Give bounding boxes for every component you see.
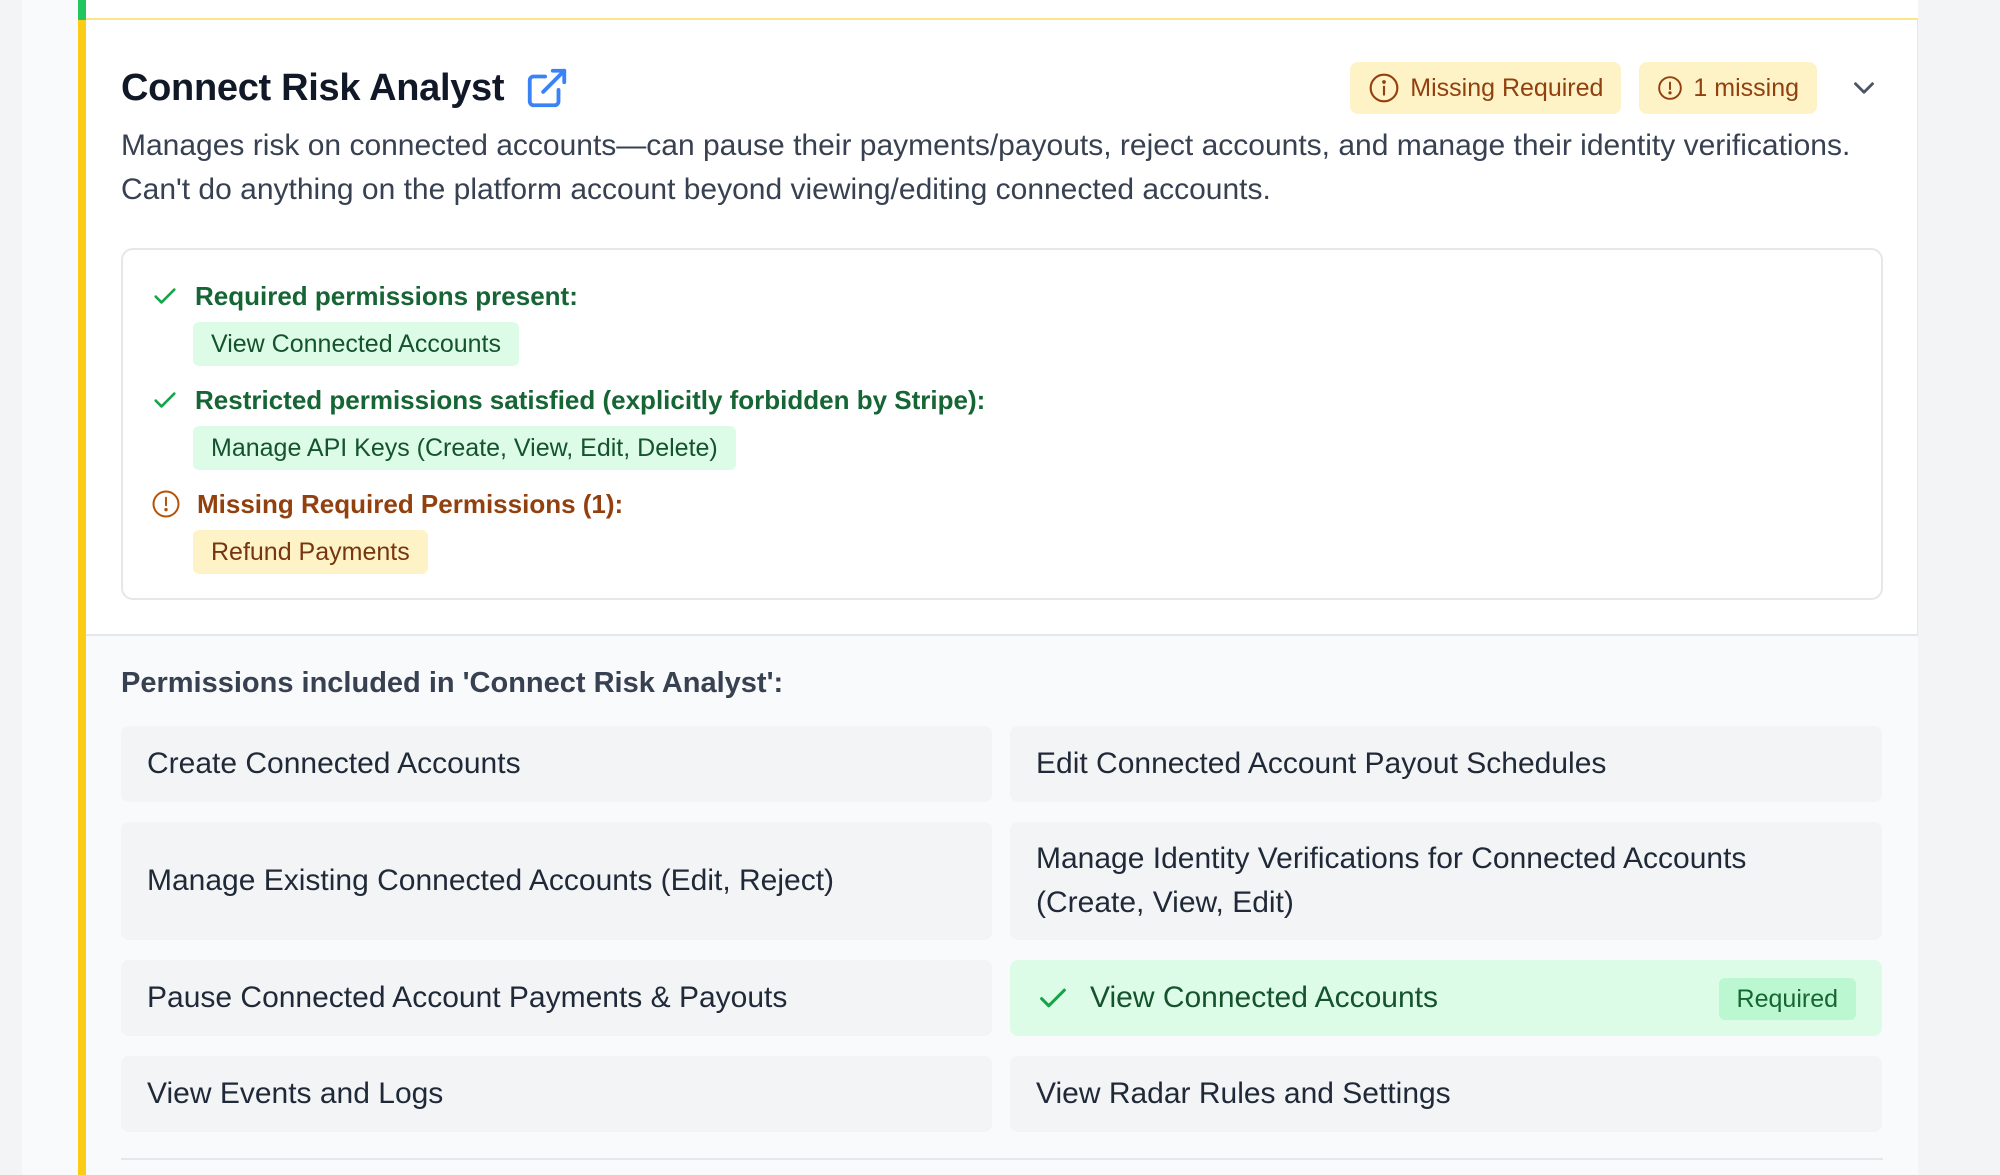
permission-label: Manage Existing Connected Accounts (Edit…: [147, 864, 835, 897]
permission-label: View Connected Accounts: [1090, 981, 1439, 1014]
role-title: Connect Risk Analyst: [121, 66, 505, 109]
permission-item: Manage Existing Connected Accounts (Edit…: [121, 822, 992, 940]
missing-required-badge: Missing Required: [1350, 62, 1622, 114]
restricted-satisfied-row: Restricted permissions satisfied (explic…: [151, 382, 985, 418]
chevron-down-icon[interactable]: [1847, 71, 1881, 105]
required-tag: Required: [1718, 978, 1856, 1020]
permission-label: View Events and Logs: [147, 1077, 444, 1110]
missing-count-text: 1 missing: [1693, 73, 1799, 102]
status-accent-bar: [78, 0, 86, 1175]
check-icon: [154, 392, 176, 408]
external-link-icon[interactable]: [524, 65, 570, 111]
missing-required-text: Missing Required: [1410, 73, 1604, 102]
title-group: Connect Risk Analyst: [121, 60, 570, 116]
permission-item: Pause Connected Account Payments & Payou…: [121, 960, 992, 1036]
alert-circle-icon: [152, 490, 180, 518]
permission-label: Edit Connected Account Payout Schedules: [1036, 747, 1607, 780]
check-icon: [1040, 988, 1066, 1008]
missing-required-chip: Refund Payments: [193, 530, 428, 574]
alert-circle-icon: [1658, 76, 1683, 100]
info-icon: [1369, 73, 1399, 103]
permission-check-summary: Required permissions present: View Conne…: [121, 248, 1883, 600]
restricted-satisfied-label: Restricted permissions satisfied (explic…: [195, 384, 986, 415]
permission-label: Pause Connected Account Payments & Payou…: [147, 981, 788, 1014]
role-header: Connect Risk Analyst Missing Required 1 …: [121, 60, 1881, 116]
prev-card-accent-bar: [78, 0, 86, 20]
missing-count-badge: 1 missing: [1639, 62, 1817, 114]
permission-label: Manage Identity Verifications for Connec…: [1036, 842, 1747, 919]
required-present-chip: View Connected Accounts: [193, 322, 520, 366]
role-description: Manages risk on connected accounts—can p…: [121, 129, 1851, 206]
permission-label: Create Connected Accounts: [147, 747, 521, 780]
prev-card-bottom: [86, 0, 1918, 20]
section-bottom-divider: [121, 1158, 1883, 1160]
required-present-row: Required permissions present:: [151, 278, 578, 314]
missing-required-label: Missing Required Permissions (1):: [197, 488, 624, 519]
permission-item: Edit Connected Account Payout Schedules: [1010, 726, 1882, 802]
permission-item: Manage Identity Verifications for Connec…: [1010, 822, 1882, 940]
permission-item: View Radar Rules and Settings: [1010, 1056, 1882, 1132]
permission-item: View Events and Logs: [121, 1056, 992, 1132]
permission-label: View Radar Rules and Settings: [1036, 1077, 1451, 1110]
restricted-satisfied-chip: Manage API Keys (Create, View, Edit, Del…: [193, 426, 736, 470]
status-badges: Missing Required 1 missing: [1332, 60, 1881, 116]
missing-required-row: Missing Required Permissions (1):: [151, 486, 623, 522]
permission-item-required: View Connected Accounts Required: [1010, 960, 1882, 1036]
required-present-label: Required permissions present:: [195, 280, 578, 311]
permission-item: Create Connected Accounts: [121, 726, 992, 802]
check-icon: [154, 288, 176, 304]
permissions-heading: Permissions included in 'Connect Risk An…: [121, 667, 784, 699]
